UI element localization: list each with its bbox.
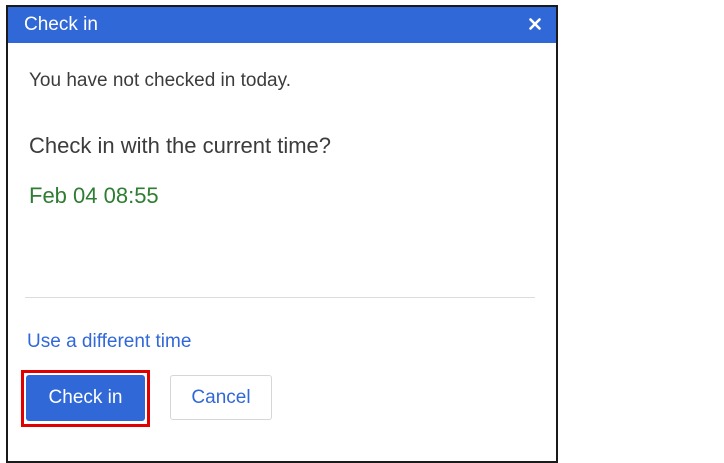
- current-time-value: Feb 04 08:55: [29, 183, 159, 208]
- close-button[interactable]: [524, 13, 546, 35]
- use-different-time-link[interactable]: Use a different time: [27, 331, 191, 353]
- check-in-highlight: [21, 370, 150, 427]
- not-checked-in-message: You have not checked in today.: [29, 70, 291, 91]
- dialog-title: Check in: [24, 14, 98, 35]
- cancel-button[interactable]: Cancel: [170, 375, 272, 420]
- check-in-question: Check in with the current time?: [29, 133, 332, 158]
- dialog-header: Check in: [8, 7, 556, 43]
- check-in-dialog: Check in You have not checked in today. …: [6, 5, 558, 463]
- divider: [25, 297, 535, 298]
- close-icon: [529, 18, 541, 30]
